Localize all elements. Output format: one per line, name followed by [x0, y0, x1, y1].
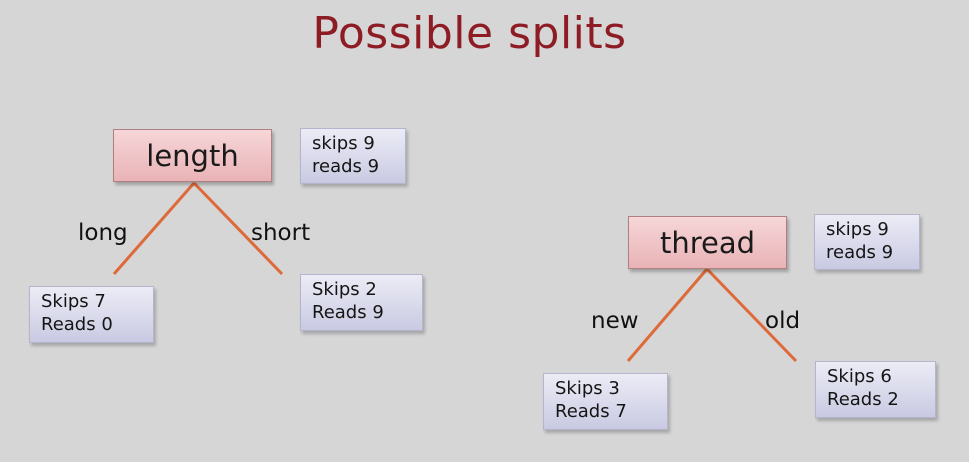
split-node-thread: thread [628, 216, 787, 269]
split-node-label: thread [659, 225, 756, 260]
leaf-stats-box-long: Skips 7 Reads 0 [29, 286, 154, 343]
split-node-length: length [113, 129, 272, 182]
stat-reads: reads 9 [826, 242, 894, 263]
stat-skips: skips 9 [312, 133, 375, 154]
edge-label-short: short [251, 220, 311, 246]
stat-reads: Reads 0 [41, 314, 113, 335]
stat-skips: Skips 7 [41, 291, 106, 312]
stat-reads: reads 9 [312, 156, 380, 177]
edge-line-new [626, 268, 709, 362]
root-stats-box: skips 9 reads 9 [300, 128, 406, 184]
root-stats-box: skips 9 reads 9 [814, 214, 920, 270]
edge-label-long: long [78, 220, 128, 246]
stat-reads: Reads 2 [827, 389, 899, 410]
stat-skips: Skips 3 [555, 378, 620, 399]
split-node-label: length [146, 138, 239, 173]
stat-skips: Skips 2 [312, 279, 377, 300]
edge-label-new: new [591, 308, 639, 334]
stat-reads: Reads 9 [312, 302, 384, 323]
leaf-stats-box-short: Skips 2 Reads 9 [300, 274, 423, 331]
leaf-stats-box-old: Skips 6 Reads 2 [815, 361, 936, 418]
leaf-stats-box-new: Skips 3 Reads 7 [543, 373, 668, 430]
stat-reads: Reads 7 [555, 401, 627, 422]
edge-label-old: old [765, 308, 801, 334]
stat-skips: skips 9 [826, 219, 889, 240]
stat-skips: Skips 6 [827, 366, 892, 387]
